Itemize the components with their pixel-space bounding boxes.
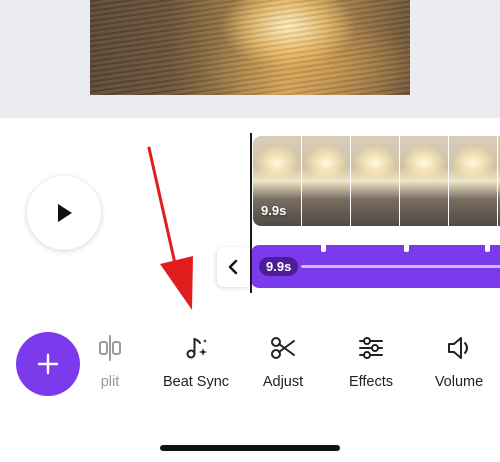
sliders-icon (356, 333, 386, 363)
audio-waveform (301, 265, 500, 268)
add-button[interactable] (16, 332, 80, 396)
video-track[interactable] (253, 136, 500, 226)
volume-label: Volume (434, 374, 484, 390)
collapse-timeline-button[interactable] (217, 247, 249, 287)
adjust-tool[interactable]: Adjust (253, 333, 313, 393)
home-indicator[interactable] (160, 445, 340, 451)
volume-icon (444, 333, 474, 363)
beat-marker (321, 245, 326, 252)
beat-sync-tool[interactable]: Beat Sync (160, 333, 232, 393)
toolbar-fade (80, 325, 100, 400)
effects-label: Effects (348, 374, 394, 390)
adjust-label: Adjust (262, 374, 304, 390)
beat-marker (485, 245, 490, 252)
annotation-arrow-icon (147, 146, 193, 310)
audio-duration-badge: 9.9s (259, 257, 299, 276)
audio-track[interactable]: 9.9s (251, 245, 500, 288)
scissors-icon (268, 333, 298, 363)
video-thumbnail (302, 136, 350, 226)
video-thumbnail (351, 136, 399, 226)
play-icon (58, 204, 72, 222)
video-thumbnail (400, 136, 448, 226)
playhead[interactable] (250, 133, 252, 293)
video-duration-label: 9.9s (261, 203, 287, 218)
video-thumbnail (449, 136, 497, 226)
plus-icon (37, 353, 59, 375)
split-label: plit (100, 374, 120, 390)
effects-tool[interactable]: Effects (341, 333, 401, 393)
beat-sync-label: Beat Sync (162, 374, 230, 390)
beat-marker (404, 245, 409, 252)
video-preview[interactable] (90, 0, 410, 95)
volume-tool[interactable]: Volume (429, 333, 489, 393)
play-button[interactable] (27, 176, 101, 250)
chevron-left-icon (228, 259, 238, 275)
beat-sync-icon (181, 333, 211, 363)
video-editor-screen: 9.9s 9.9s plit Beat Sync Adjust Effects … (0, 0, 500, 462)
